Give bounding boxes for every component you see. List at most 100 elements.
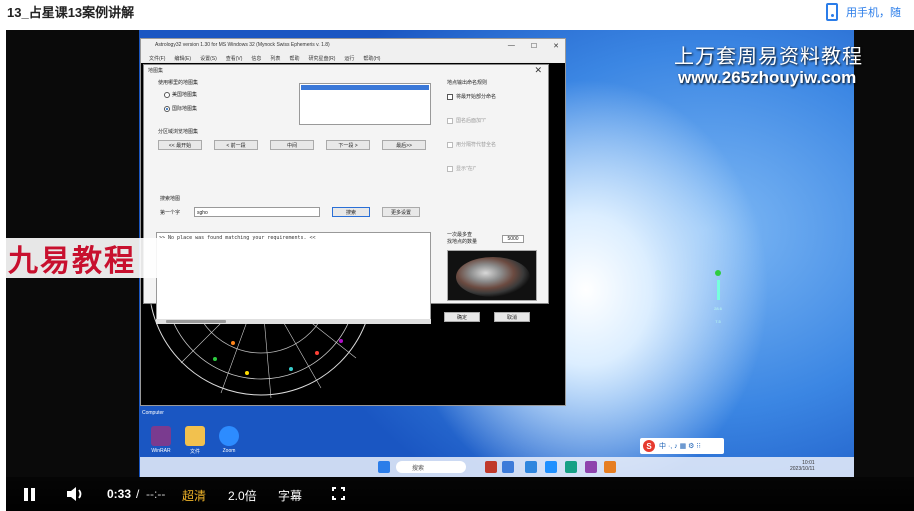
taskbar-app-icon[interactable] bbox=[565, 461, 577, 473]
level-bar bbox=[716, 280, 720, 300]
duration: --:-- bbox=[146, 487, 166, 501]
app-menubar: 文件(F) 编辑(E) 设置(S) 查看(V) 信息 列表 帮助 研究星盘(R)… bbox=[141, 53, 565, 63]
mid-button[interactable]: 中间 bbox=[270, 140, 314, 150]
desktop-label: Computer bbox=[142, 410, 164, 416]
menu-item[interactable]: 编辑(E) bbox=[174, 55, 191, 63]
top-bar: 13_占星课13案例讲解 用手机，随 bbox=[0, 0, 914, 26]
checkbox-country-slash[interactable]: 国名后面加"/" bbox=[447, 117, 486, 124]
start-icon[interactable] bbox=[378, 461, 390, 473]
taskbar-app-icon[interactable] bbox=[545, 461, 557, 473]
menu-item[interactable]: 信息 bbox=[251, 55, 261, 63]
winrar-icon bbox=[151, 426, 171, 446]
speed-button[interactable]: 2.0倍 bbox=[228, 487, 257, 504]
search-result-output[interactable]: >> No place was found matching your requ… bbox=[156, 232, 431, 322]
last-button[interactable]: 最后>> bbox=[382, 140, 426, 150]
time-separator: / bbox=[136, 487, 140, 501]
taskbar-app-icon[interactable] bbox=[525, 461, 537, 473]
watermark-title: 上万套周易资料教程 bbox=[674, 44, 863, 68]
menu-item[interactable]: 帮助(H) bbox=[363, 55, 380, 63]
atlas-dialog: 地图集 ✕ 使用哪里的地图集 美国地图集 国际地图集 分区域浏览地图集 << 最… bbox=[143, 64, 549, 324]
watermark-url: www.265zhouyiw.com bbox=[678, 68, 857, 87]
dialog-close-icon[interactable]: ✕ bbox=[534, 65, 542, 76]
listbox-selection[interactable] bbox=[301, 85, 429, 90]
player-controls: 0:33 / --:-- 超清 2.0倍 字幕 bbox=[6, 477, 914, 511]
window-controls: — ☐ ✕ bbox=[508, 42, 559, 50]
checkbox-icon bbox=[447, 93, 453, 100]
search-button[interactable]: 搜索 bbox=[332, 207, 370, 217]
first-button[interactable]: << 最开始 bbox=[158, 140, 202, 150]
planet-glyph bbox=[245, 371, 249, 375]
checkbox-icon bbox=[447, 117, 453, 124]
widget-value-2: 7.5 bbox=[715, 319, 721, 324]
taskbar-app-icon[interactable] bbox=[585, 461, 597, 473]
subtitle-button[interactable]: 字幕 bbox=[278, 487, 302, 504]
menu-item[interactable]: 设置(S) bbox=[200, 55, 217, 63]
checkbox-show-at[interactable]: 显示"在/" bbox=[447, 165, 476, 172]
brand-logo-text: 九易教程 bbox=[8, 245, 136, 278]
chart-preview-image bbox=[447, 250, 537, 301]
next-button[interactable]: 下一段 > bbox=[326, 140, 370, 150]
planet-glyph bbox=[339, 339, 343, 343]
atlas-listbox[interactable] bbox=[299, 83, 431, 125]
pause-icon[interactable] bbox=[24, 488, 36, 501]
naming-group-label: 地点输出命名规则 bbox=[447, 80, 488, 86]
output-scrollbar[interactable] bbox=[156, 319, 431, 324]
radio-selected-icon bbox=[164, 105, 170, 112]
video-player[interactable]: 上万套周易资料教程 www.265zhouyiw.com Astrology32… bbox=[6, 30, 914, 511]
prev-button[interactable]: < 前一段 bbox=[214, 140, 258, 150]
checkbox-separator[interactable]: 用分隔符代替全名 bbox=[447, 141, 496, 148]
taskbar-app-icon[interactable] bbox=[604, 461, 616, 473]
phone-link-label: 用手机，随 bbox=[846, 7, 901, 19]
menu-item[interactable]: 运行 bbox=[344, 55, 354, 63]
checkbox-icon bbox=[447, 165, 453, 172]
dialog-title: 地图集 bbox=[148, 68, 164, 74]
desktop-icon-winrar[interactable]: WinRAR bbox=[146, 426, 176, 454]
ime-status: 中 ·, ♪ ▦ ⚙ ⁝⁝ bbox=[659, 443, 701, 450]
quality-button[interactable]: 超清 bbox=[182, 487, 206, 504]
menu-item[interactable]: 查看(V) bbox=[226, 55, 243, 63]
max-count-label: 一次最多查 bbox=[447, 232, 473, 238]
menu-item[interactable]: 研究星盘(R) bbox=[308, 55, 335, 63]
search-input[interactable]: sgho bbox=[194, 207, 320, 217]
status-dot-icon bbox=[715, 270, 721, 276]
first-char-label: 第一个字 bbox=[160, 210, 181, 216]
max-count-input[interactable]: 5000 bbox=[502, 235, 524, 243]
planet-glyph bbox=[213, 357, 217, 361]
zoom-icon bbox=[219, 426, 239, 446]
root: 13_占星课13案例讲解 用手机，随 上万套周易资料教程 www.265zhou… bbox=[0, 0, 914, 511]
preview-graphic bbox=[456, 257, 530, 297]
checkbox-icon bbox=[447, 141, 453, 148]
more-settings-button[interactable]: 更多设置 bbox=[382, 207, 420, 217]
windows-taskbar: 搜索 10:01 2023/10/11 bbox=[140, 457, 854, 477]
fullscreen-icon[interactable] bbox=[332, 487, 345, 500]
taskbar-app-icon[interactable] bbox=[485, 461, 497, 473]
scrollbar-thumb[interactable] bbox=[166, 320, 226, 323]
app-title: Astrology32 version 1.30 for MS Windows … bbox=[141, 39, 565, 53]
checkbox-state-name[interactable]: 将最开始部分命名 bbox=[447, 93, 496, 100]
widget-value-1: 28.6 bbox=[714, 306, 722, 311]
menu-item[interactable]: 帮助 bbox=[289, 55, 299, 63]
max-count-label-2: 找地点的数量 bbox=[447, 239, 478, 245]
menu-item[interactable]: 列表 bbox=[270, 55, 280, 63]
desktop-icon-zoom[interactable]: Zoom bbox=[214, 426, 244, 454]
sogou-logo-icon: S bbox=[643, 440, 655, 452]
cancel-button[interactable]: 取消 bbox=[494, 312, 530, 322]
phone-link[interactable]: 用手机，随 bbox=[826, 1, 901, 23]
radio-icon bbox=[164, 91, 170, 98]
volume-icon[interactable] bbox=[66, 486, 86, 502]
desktop-icon-folder[interactable]: 文件 bbox=[180, 426, 210, 455]
page-title: 13_占星课13案例讲解 bbox=[7, 5, 135, 20]
radio-intl-atlas[interactable]: 国际地图集 bbox=[164, 105, 197, 112]
menu-item[interactable]: 文件(F) bbox=[149, 55, 165, 63]
ime-toolbar[interactable]: S 中 ·, ♪ ▦ ⚙ ⁝⁝ bbox=[640, 438, 724, 454]
radio-us-atlas[interactable]: 美国地图集 bbox=[164, 91, 197, 98]
ok-button[interactable]: 确定 bbox=[444, 312, 480, 322]
taskbar-app-icon[interactable] bbox=[502, 461, 514, 473]
folder-icon bbox=[185, 426, 205, 446]
taskbar-search[interactable]: 搜索 bbox=[396, 461, 466, 473]
side-widget: 28.6 7.5 bbox=[711, 270, 725, 350]
maximize-button[interactable]: ☐ bbox=[531, 42, 537, 50]
close-window-button[interactable]: ✕ bbox=[553, 42, 559, 50]
minimize-button[interactable]: — bbox=[508, 42, 515, 50]
tray-clock[interactable]: 10:01 2023/10/11 bbox=[790, 460, 815, 472]
